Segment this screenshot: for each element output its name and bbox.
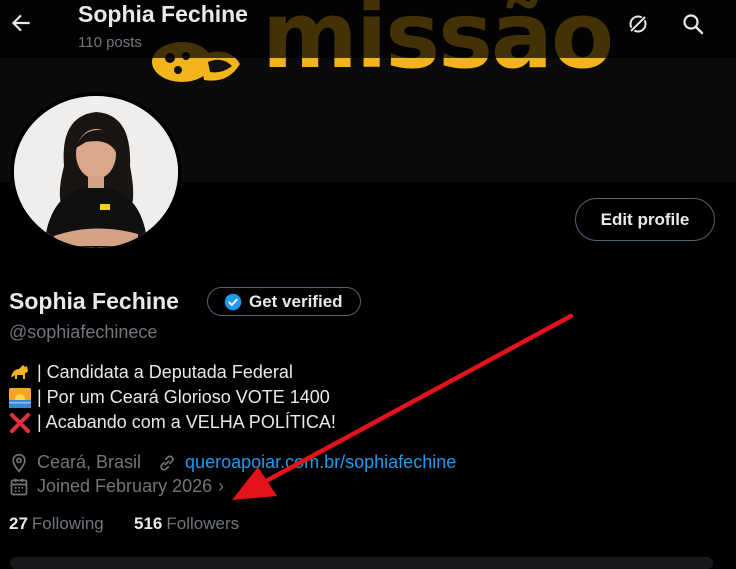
following-link[interactable]: 27 Following xyxy=(9,514,104,534)
bio-line-2: | Por um Ceará Glorioso VOTE 1400 xyxy=(9,387,330,408)
profile-avatar[interactable] xyxy=(10,92,182,252)
edit-profile-button[interactable]: Edit profile xyxy=(575,198,715,241)
horse-icon xyxy=(11,364,28,379)
avatar-photo xyxy=(14,96,178,248)
bio-text: | Por um Ceará Glorioso VOTE 1400 xyxy=(37,387,330,407)
get-verified-label: Get verified xyxy=(249,291,343,311)
calendar-icon xyxy=(10,478,28,495)
following-label: Following xyxy=(31,514,104,533)
grok-icon[interactable] xyxy=(626,12,650,36)
top-bar: Sophia Fechine 110 posts xyxy=(0,0,736,58)
profile-meta-row: Ceará, Brasil queroapoiar.com.br/sophiaf… xyxy=(9,452,456,473)
link-icon xyxy=(160,454,174,471)
back-arrow-icon[interactable] xyxy=(8,10,34,36)
following-count: 27 xyxy=(9,514,28,533)
red-x-icon xyxy=(10,412,30,433)
header-posts-count: 110 posts xyxy=(78,34,142,51)
bio-text: | Candidata a Deputada Federal xyxy=(37,362,293,382)
profile-location: Ceará, Brasil xyxy=(37,452,142,472)
get-verified-button[interactable]: Get verified xyxy=(207,287,361,316)
followers-link[interactable]: 516 Followers xyxy=(134,514,239,534)
bio-line-3: | Acabando com a VELHA POLÍTICA! xyxy=(9,412,336,433)
search-icon[interactable] xyxy=(681,12,705,36)
profile-name: Sophia Fechine xyxy=(9,288,179,314)
verified-badge-icon xyxy=(224,293,242,310)
sunrise-icon xyxy=(9,387,31,408)
profile-joined-date: Joined February 2026 xyxy=(37,476,213,496)
chevron-right-icon[interactable]: › xyxy=(218,476,224,497)
bio-line-1: | Candidata a Deputada Federal xyxy=(9,362,293,383)
bio-text: | Acabando com a VELHA POLÍTICA! xyxy=(37,412,336,432)
profile-handle: @sophiafechinece xyxy=(9,322,158,342)
bottom-panel xyxy=(10,557,713,569)
followers-label: Followers xyxy=(166,514,240,533)
header-title: Sophia Fechine xyxy=(78,1,248,27)
followers-count: 516 xyxy=(134,514,163,533)
profile-website-link[interactable]: queroapoiar.com.br/sophiafechine xyxy=(185,452,456,473)
profile-joined-row: Joined February 2026 › xyxy=(9,476,224,497)
location-pin-icon xyxy=(12,453,26,473)
